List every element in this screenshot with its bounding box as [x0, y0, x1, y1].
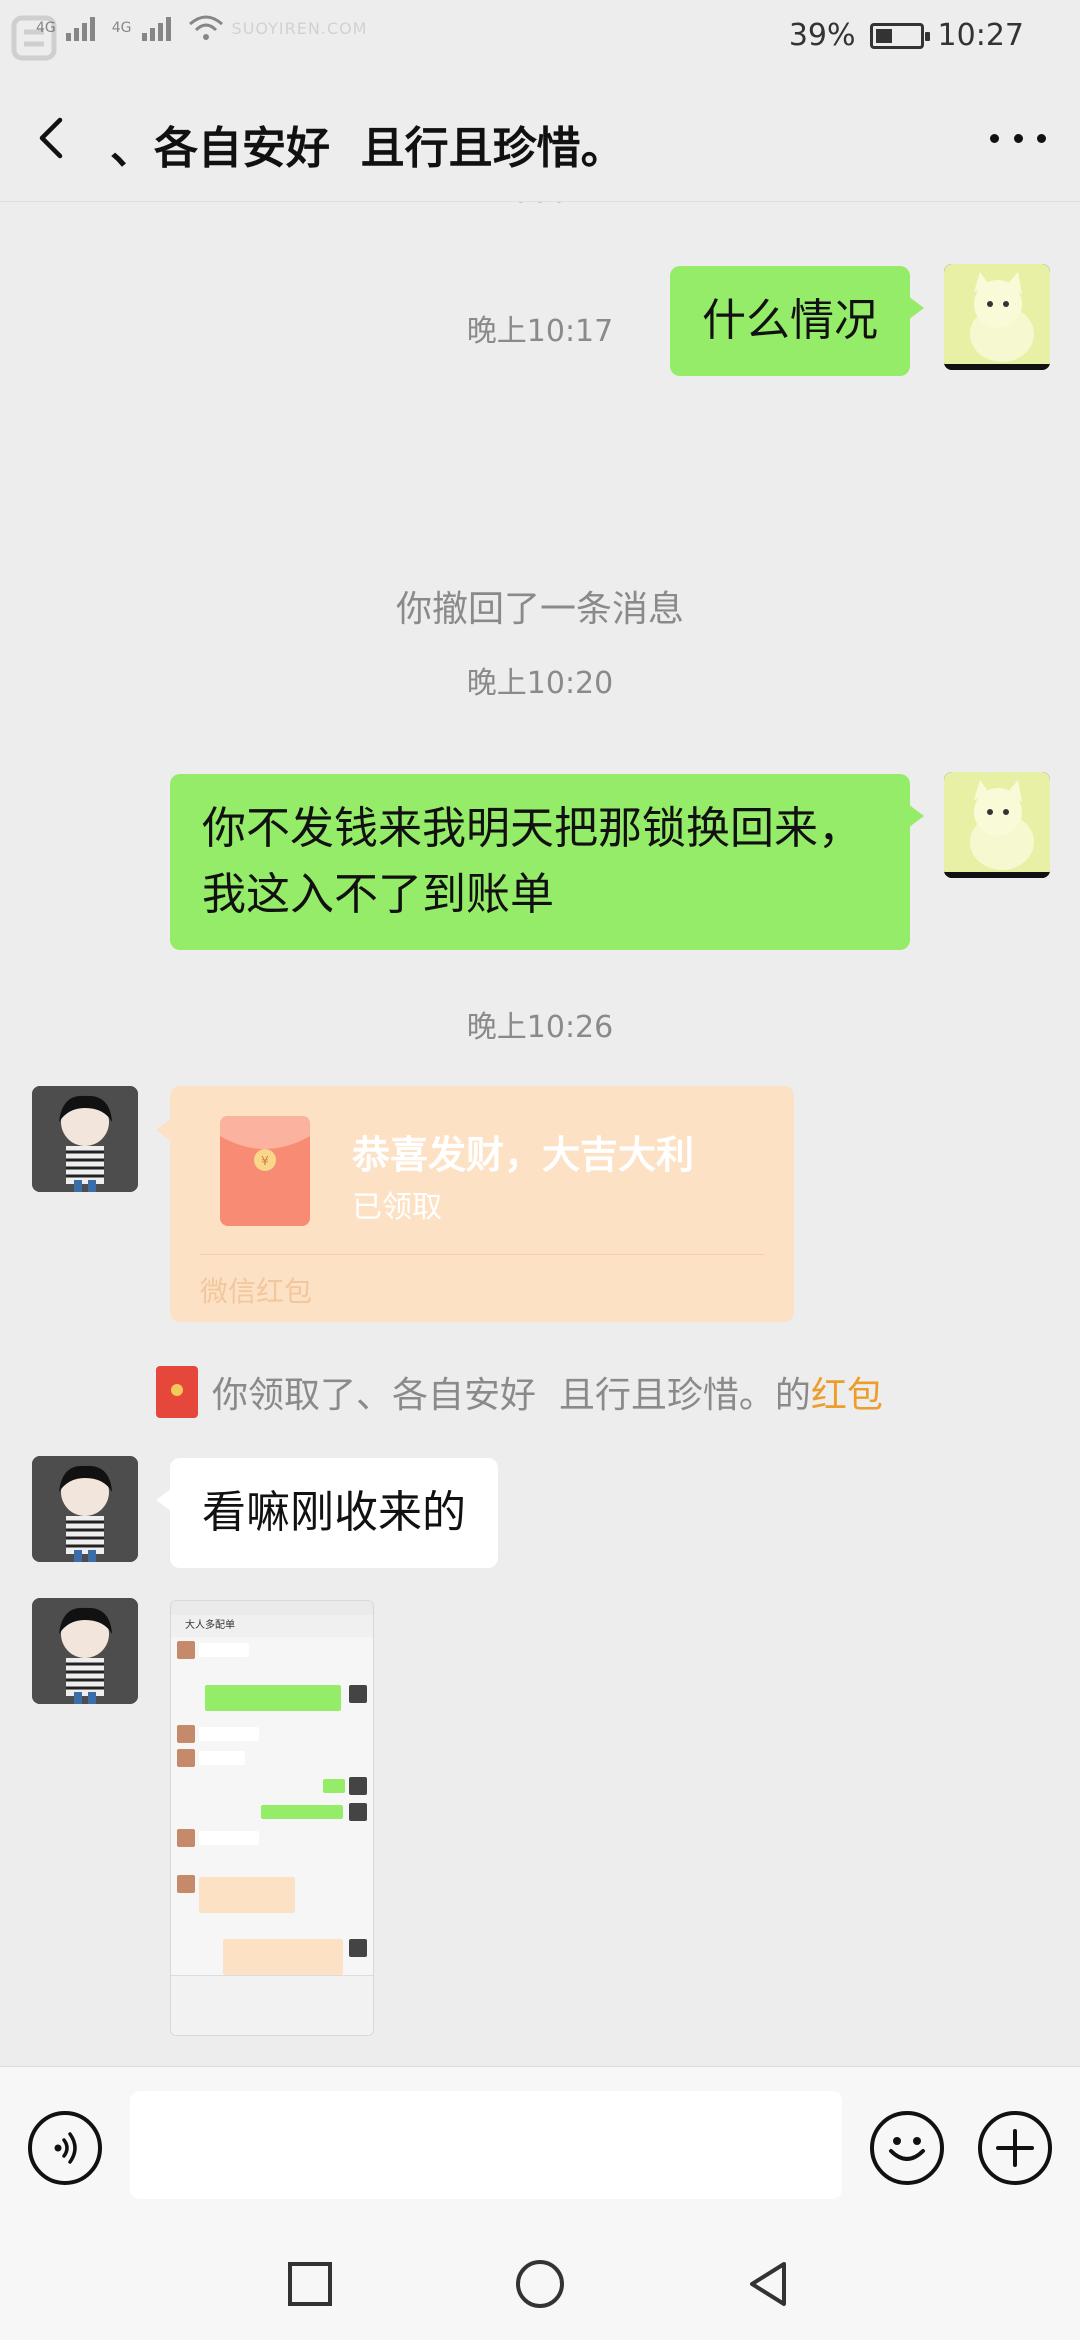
red-packet-mini-icon — [156, 1366, 198, 1418]
signal-indicators: 4G 4G SUOYIREN.COM — [36, 14, 367, 42]
red-packet-title: 恭喜发财，大吉大利 — [352, 1133, 695, 1177]
cat-avatar-icon — [944, 772, 1050, 878]
emoji-button[interactable] — [870, 2111, 944, 2185]
red-packet-status: 已领取 — [352, 1190, 442, 1225]
watermark-text: SUOYIREN.COM — [231, 18, 368, 38]
emoji-icon — [889, 2137, 925, 2161]
boy-avatar-icon — [32, 1598, 138, 1704]
recall-notice: 你撤回了一条消息 — [395, 589, 684, 630]
svg-text:¥: ¥ — [261, 1154, 269, 1168]
system-navigation-bar — [0, 2226, 1080, 2340]
chat-input-bar — [0, 2066, 1080, 2226]
chat-header: 、各自安好 且行且珍惜。 — [0, 70, 1080, 202]
home-button[interactable] — [512, 2256, 568, 2312]
red-packet-link[interactable]: 红包 — [811, 1366, 883, 1418]
triangle-back-icon — [750, 2262, 786, 2306]
clock: 10:27 — [937, 18, 1024, 53]
image-message[interactable]: 大人多配单 — [170, 1600, 374, 2036]
network-label: 4G — [111, 20, 132, 36]
signal-icon — [65, 17, 95, 41]
boy-avatar-icon — [32, 1086, 138, 1192]
back-button[interactable] — [26, 110, 82, 166]
battery-fill — [875, 28, 892, 43]
circle-icon — [516, 2260, 564, 2308]
red-packet-message[interactable]: ¥ 恭喜发财，大吉大利 已领取 微信红包 — [156, 1086, 794, 1322]
contact-avatar[interactable] — [32, 1086, 138, 1192]
red-packet-icon: ¥ — [220, 1116, 310, 1226]
wifi-icon — [188, 15, 223, 40]
image-inner-title: 大人多配单 — [171, 1615, 373, 1637]
contact-avatar[interactable] — [32, 1456, 138, 1562]
voice-button[interactable] — [28, 2111, 102, 2185]
voice-icon — [54, 2132, 77, 2164]
message-list[interactable]: · · · 什么情况 晚上10:17 你撤回了一条消息 晚上10:20 你不发钱… — [0, 202, 1080, 2066]
message-bubble-received[interactable]: 看嘛刚收来的 — [156, 1458, 498, 1568]
system-back-button[interactable] — [742, 2256, 798, 2312]
red-packet-footer: 微信红包 — [200, 1275, 313, 1308]
timestamp: 晚上10:26 — [466, 1010, 614, 1045]
message-input[interactable] — [130, 2091, 842, 2199]
plus-icon — [996, 2129, 1034, 2167]
more-functions-button[interactable] — [978, 2111, 1052, 2185]
battery-percent: 39% — [788, 18, 856, 53]
status-bar: 4G 4G SUOYIREN.COM 39% 10:27 — [0, 0, 1080, 70]
contact-avatar[interactable] — [32, 1598, 138, 1704]
red-packet-claimed-notice: 你领取了、各自安好 且行且珍惜。的 红包 — [156, 1366, 883, 1418]
divider — [200, 1254, 764, 1255]
timestamp-partial: · · · — [0, 202, 1080, 219]
signal-icon — [141, 17, 171, 41]
recent-apps-button[interactable] — [282, 2256, 338, 2312]
timestamp: 晚上10:17 — [466, 314, 614, 349]
battery-icon — [869, 22, 930, 49]
timestamp: 晚上10:20 — [466, 666, 614, 701]
more-button[interactable] — [990, 128, 1046, 148]
boy-avatar-icon — [32, 1456, 138, 1562]
square-icon — [288, 2262, 332, 2306]
chat-title: 、各自安好 且行且珍惜。 — [110, 123, 625, 174]
my-avatar[interactable] — [944, 772, 1050, 878]
notice-text: 你领取了、各自安好 且行且珍惜。的 — [212, 1375, 811, 1416]
network-label: 4G — [36, 20, 56, 36]
chevron-left-icon — [39, 117, 63, 159]
more-dots-icon — [990, 133, 999, 143]
message-bubble-sent[interactable]: 你不发钱来我明天把那锁换回来，我这入不了到账单 — [170, 774, 924, 950]
